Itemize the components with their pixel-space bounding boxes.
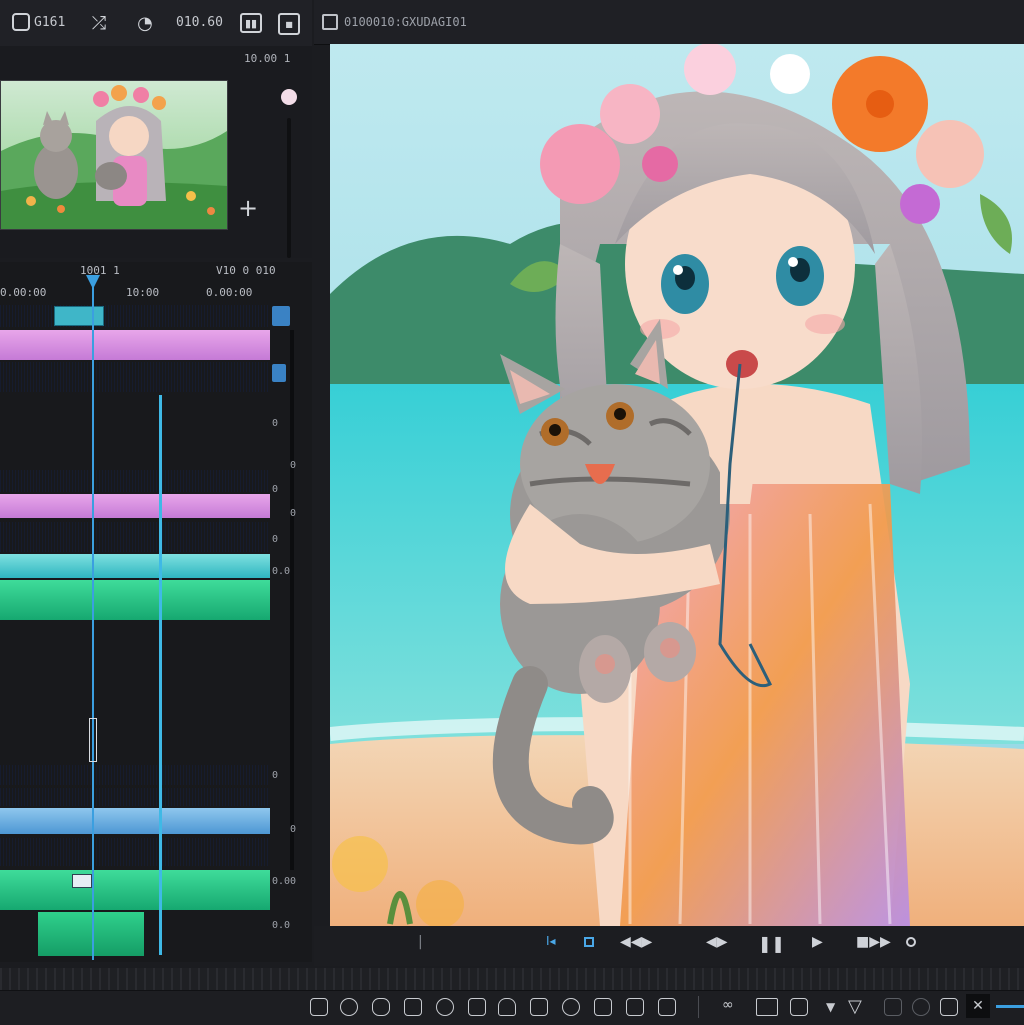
track-label: 0.00 [272,876,297,887]
track-label: 0 [290,508,297,519]
clip-thumbnail[interactable] [0,80,228,230]
ruler-right-label: V10 0 010 [216,264,276,277]
timeline-clip[interactable] [0,494,270,518]
square-icon[interactable] [658,998,676,1016]
diamond-icon[interactable]: ◀▶ [706,934,728,950]
clip-counter: 10.00 1 [244,52,291,65]
project-label: G161 [34,15,66,30]
top-toolbar: G161 ⤮ ◔ 010.60 ▮▮ ■ [0,0,312,49]
pause-icon[interactable]: ❚❚ [758,934,785,953]
shuffle-icon[interactable]: ⤮ [88,12,110,34]
volume-slider-knob[interactable] [281,89,297,105]
ruler-tick-label: 0.00:00 [206,286,253,299]
playhead-marker[interactable] [89,718,97,762]
shape-icon[interactable] [372,998,390,1016]
layout-icon[interactable]: ▮▮ [240,13,262,33]
skip-back-icon[interactable]: | [418,934,423,950]
track-toggle[interactable] [272,364,286,382]
close-icon[interactable]: ✕ [966,994,990,1018]
zoom-slider[interactable] [996,1005,1024,1008]
fast-forward-icon[interactable]: ■▶▶ [856,934,891,950]
clip-handle[interactable] [54,306,104,326]
square-icon[interactable] [884,998,902,1016]
loop-icon[interactable] [562,998,580,1016]
circle-icon[interactable] [906,937,916,947]
timeline-scrollbar[interactable] [290,330,294,870]
step-back-icon[interactable]: I◂ [546,934,556,948]
track-label: 0 [272,534,279,545]
circle-icon[interactable] [912,998,930,1016]
timeline-clip[interactable] [0,470,270,492]
grid-icon[interactable] [468,998,486,1016]
ring-icon[interactable] [340,998,358,1016]
rotate-icon[interactable] [436,998,454,1016]
link-icon[interactable]: ∞ [722,997,734,1013]
track-label: 0 [272,418,279,429]
timeline-clip[interactable] [0,808,270,834]
ruler-tick-label: 0.00:00 [0,286,47,299]
timeline-clip[interactable] [0,554,270,578]
viewer-timecode: 0100010:GXUDAGI01 [344,15,467,29]
headphones-icon[interactable] [498,998,516,1016]
bottom-scrubber[interactable] [0,968,1024,990]
track-label: 0.0 [272,920,291,931]
link-icon[interactable] [626,998,644,1016]
square-button-icon[interactable]: ■ [278,13,300,35]
track-toggle[interactable] [272,306,290,326]
track-label: 0 [290,460,297,471]
viewer-header: 0100010:GXUDAGI01 [314,0,1024,45]
timeline-clip[interactable] [0,330,270,360]
clip-marker[interactable] [72,874,92,888]
timeline-clip[interactable] [0,522,270,552]
timeline-ruler[interactable]: 1001 1 V10 0 010 0.00:00 10:00 0.00:00 [0,262,312,302]
video-viewer[interactable] [330,44,1024,926]
play-back-icon[interactable]: ◀◀▶ [620,934,652,950]
app-icon[interactable] [12,13,30,31]
square-icon[interactable] [584,937,594,947]
link-icon[interactable] [310,998,328,1016]
timeline-clip[interactable] [0,305,270,327]
timeline-clip[interactable] [0,838,270,866]
dropdown-icon[interactable]: ▼ [826,1000,835,1014]
viewer-icon [322,14,338,30]
ruler-tick-label: 10:00 [126,286,160,299]
minus-icon[interactable] [594,998,612,1016]
timeline-clip[interactable] [0,788,270,806]
square-icon[interactable] [790,998,808,1016]
volume-slider-track[interactable] [287,118,291,258]
timeline-clip[interactable] [0,362,270,392]
playhead[interactable] [92,280,94,960]
play-icon[interactable]: ▶ [812,934,823,950]
track-label: 0 [272,484,279,495]
clip-thumbnail-art [1,81,227,229]
timeline-clip[interactable] [0,870,270,910]
triangle-icon[interactable]: ▽ [848,996,862,1017]
rect-icon[interactable] [756,998,778,1016]
track-label: 0 [272,770,279,781]
shape-icon[interactable]: ◔ [134,12,156,34]
in-out-marker[interactable] [159,395,162,955]
track-label: 0 [290,824,297,835]
timeline-clip[interactable] [0,580,270,620]
lock-icon[interactable] [530,998,548,1016]
add-icon[interactable]: + [238,196,258,220]
track-label: 0.0 [272,566,291,577]
viewer-frame [330,44,1024,926]
timeline-clip[interactable] [0,765,270,785]
timeline-clip[interactable] [38,912,144,956]
time-label: 010.60 [176,15,223,30]
square-icon[interactable] [940,998,958,1016]
divider [698,996,699,1018]
loop-icon[interactable] [404,998,422,1016]
